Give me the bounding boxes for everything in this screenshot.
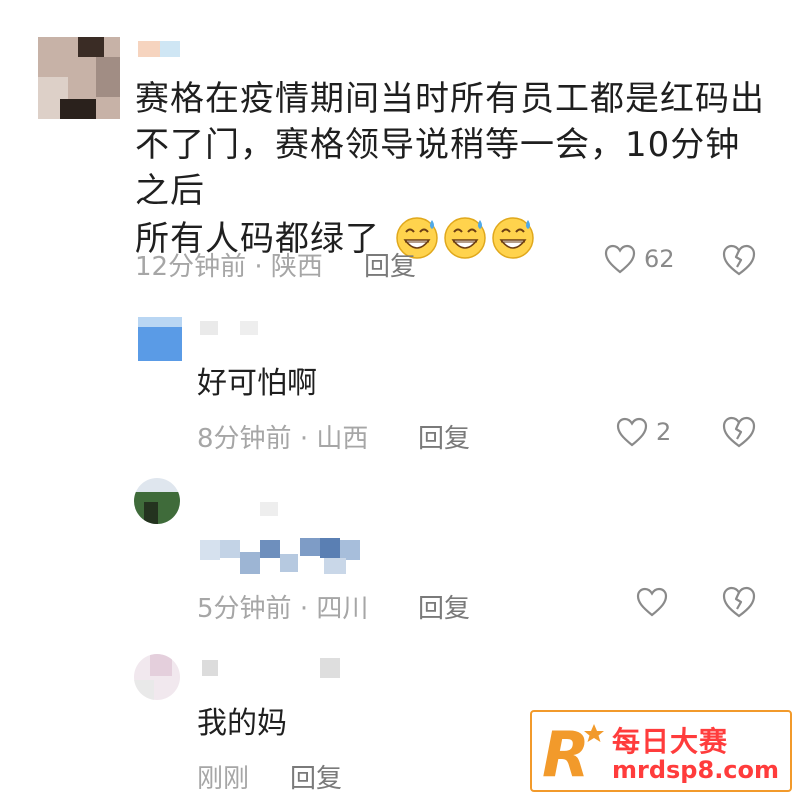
avatar[interactable] xyxy=(138,317,182,361)
username-blurred-2 xyxy=(160,41,180,57)
comment-location: 陕西 xyxy=(270,252,323,282)
avatar[interactable] xyxy=(134,478,180,524)
username-blurred-2 xyxy=(240,321,258,335)
reply-location: 四川 xyxy=(316,594,369,624)
watermark-url: mrdsp8.com xyxy=(612,756,780,784)
meta-separator: · xyxy=(299,424,309,454)
avatar[interactable] xyxy=(38,37,120,119)
reply-location: 山西 xyxy=(316,424,369,454)
watermark-badge: R 每日大赛 mrdsp8.com xyxy=(530,710,792,792)
reply-time: 5分钟前 xyxy=(197,594,292,624)
watermark-logo-icon: R xyxy=(542,720,604,784)
grinning-sweat-emoji xyxy=(444,217,486,259)
comment-line-2: 不了门，赛格领导说稍等一会，10分钟之后 xyxy=(135,125,741,211)
username-blurred[interactable] xyxy=(202,660,218,676)
comment-time: 12分钟前 xyxy=(135,252,247,282)
comment-meta: 12分钟前 · 陕西 xyxy=(135,246,323,283)
heart-icon xyxy=(616,417,648,447)
like-count: 2 xyxy=(656,418,672,446)
comment-text: 赛格在疫情期间当时所有员工都是红码出 不了门，赛格领导说稍等一会，10分钟之后 … xyxy=(135,76,775,262)
broken-heart-icon[interactable] xyxy=(722,586,756,618)
reply-text: 我的妈 xyxy=(197,706,287,741)
reply-meta: 5分钟前 · 四川 xyxy=(197,588,368,625)
reply-button[interactable]: 回复 xyxy=(364,246,416,283)
reply-button[interactable]: 回复 xyxy=(418,418,470,455)
reply-text-blurred xyxy=(200,536,360,578)
avatar[interactable] xyxy=(134,654,180,700)
username-blurred-2 xyxy=(320,658,340,678)
like-button[interactable]: 2 xyxy=(616,417,671,447)
watermark-title: 每日大赛 xyxy=(612,725,729,758)
like-button[interactable]: 62 xyxy=(604,244,675,274)
username-blurred[interactable] xyxy=(138,41,160,57)
username-blurred[interactable] xyxy=(200,321,218,335)
reply-button[interactable]: 回复 xyxy=(290,758,342,795)
reply-time: 8分钟前 xyxy=(197,424,292,454)
reply-text: 好可怕啊 xyxy=(197,366,317,401)
meta-separator: · xyxy=(299,594,309,624)
reply-time: 刚刚 xyxy=(197,764,250,794)
username-blurred[interactable] xyxy=(260,502,278,516)
reply-meta: 8分钟前 · 山西 xyxy=(197,418,368,455)
svg-text:R: R xyxy=(542,720,590,784)
like-count: 62 xyxy=(644,245,675,273)
meta-separator: · xyxy=(254,252,263,282)
broken-heart-icon[interactable] xyxy=(722,244,756,276)
reply-button[interactable]: 回复 xyxy=(418,588,470,625)
heart-icon xyxy=(604,244,636,274)
broken-heart-icon[interactable] xyxy=(722,416,756,448)
heart-icon xyxy=(636,587,668,617)
like-button[interactable] xyxy=(636,587,676,617)
comment-line-1: 赛格在疫情期间当时所有员工都是红码出 xyxy=(135,79,765,119)
grinning-sweat-emoji xyxy=(492,217,534,259)
